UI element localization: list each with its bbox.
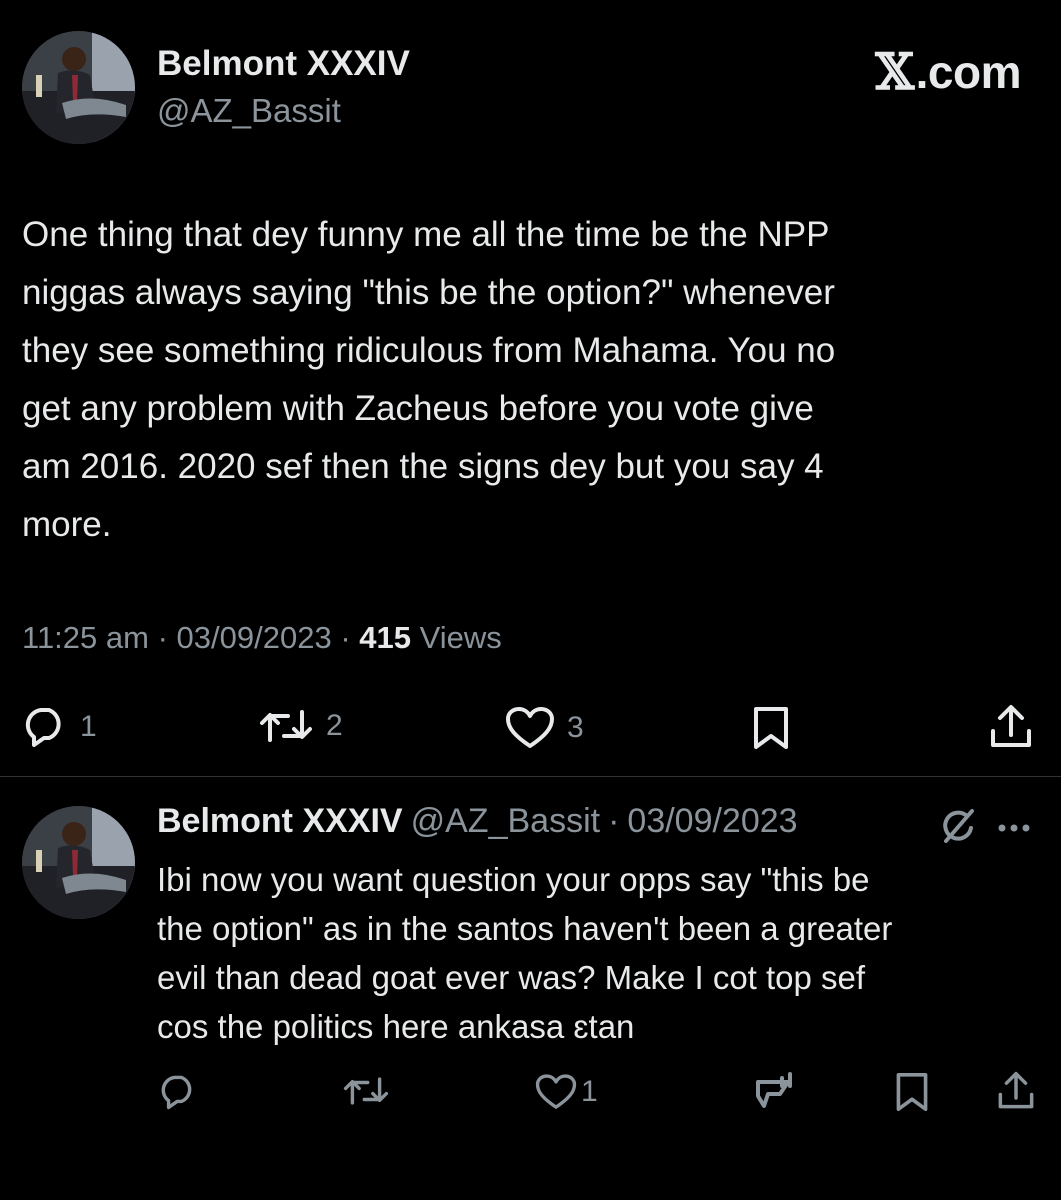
author-name[interactable]: Belmont XXXIV: [157, 44, 410, 84]
repost-count: 2: [326, 709, 343, 742]
more-dots-icon[interactable]: [997, 820, 1031, 838]
share-button[interactable]: [988, 703, 1034, 751]
author-avatar[interactable]: [22, 31, 135, 144]
tweet-meta: 11:25 am · 03/09/2023 · 415 Views: [22, 620, 502, 656]
x-logo-icon: 𝕏: [875, 42, 914, 101]
reply-date[interactable]: 03/09/2023: [627, 802, 797, 840]
meta-separator: ·: [157, 620, 168, 655]
tweet-time[interactable]: 11:25 am: [22, 620, 149, 655]
reply-button[interactable]: 1: [22, 706, 97, 748]
reply-repost-button[interactable]: [342, 1074, 390, 1108]
views-label[interactable]: Views: [420, 620, 502, 655]
reply-author-avatar[interactable]: [22, 806, 135, 919]
reply-reply-button[interactable]: [158, 1074, 198, 1110]
brand-suffix: .com: [915, 45, 1022, 98]
share-upload-icon: [991, 705, 1031, 747]
bookmark-icon: [896, 1073, 928, 1111]
reply-text: Ibi now you want question your opps say …: [157, 861, 893, 1045]
reply-bubble-icon: [25, 708, 61, 747]
like-count: 3: [567, 711, 584, 744]
tweet-text: One thing that dey funny me all the time…: [22, 215, 836, 544]
reply-bookmark-button[interactable]: [893, 1071, 931, 1113]
repost-button[interactable]: 2: [258, 706, 343, 746]
like-button[interactable]: 3: [505, 706, 584, 750]
reply-like-button[interactable]: 1: [535, 1073, 598, 1111]
brand-watermark: 𝕏 .com: [875, 42, 1021, 101]
repost-arrows-icon: [260, 710, 312, 742]
views-count[interactable]: 415: [359, 620, 411, 655]
reply-author-handle[interactable]: @AZ_Bassit: [411, 802, 600, 840]
tweet-date[interactable]: 03/09/2023: [177, 620, 332, 655]
grok-icon[interactable]: [938, 806, 978, 851]
heart-icon: [506, 707, 554, 748]
bar-chart-icon: [756, 1072, 792, 1108]
reply-header: Belmont XXXIV @AZ_Bassit · 03/09/2023: [157, 802, 798, 841]
reply-share-button[interactable]: [996, 1070, 1036, 1112]
heart-icon: [535, 1074, 577, 1109]
tweet-divider: [0, 776, 1061, 777]
avatar-photo-icon: [22, 31, 135, 144]
avatar-photo-icon: [22, 806, 135, 919]
meta-separator: ·: [340, 620, 351, 655]
reply-author-name[interactable]: Belmont XXXIV: [157, 802, 403, 840]
reply-count: 1: [80, 710, 97, 743]
share-upload-icon: [998, 1071, 1034, 1109]
repost-arrows-icon: [343, 1077, 389, 1105]
reply-bubble-icon: [161, 1075, 192, 1110]
reply-analytics-button[interactable]: [752, 1070, 796, 1114]
reply-separator: ·: [608, 802, 620, 840]
bookmark-icon: [754, 707, 788, 749]
bookmark-button[interactable]: [750, 705, 792, 751]
author-handle[interactable]: @AZ_Bassit: [157, 92, 341, 130]
reply-like-count: 1: [581, 1075, 598, 1108]
